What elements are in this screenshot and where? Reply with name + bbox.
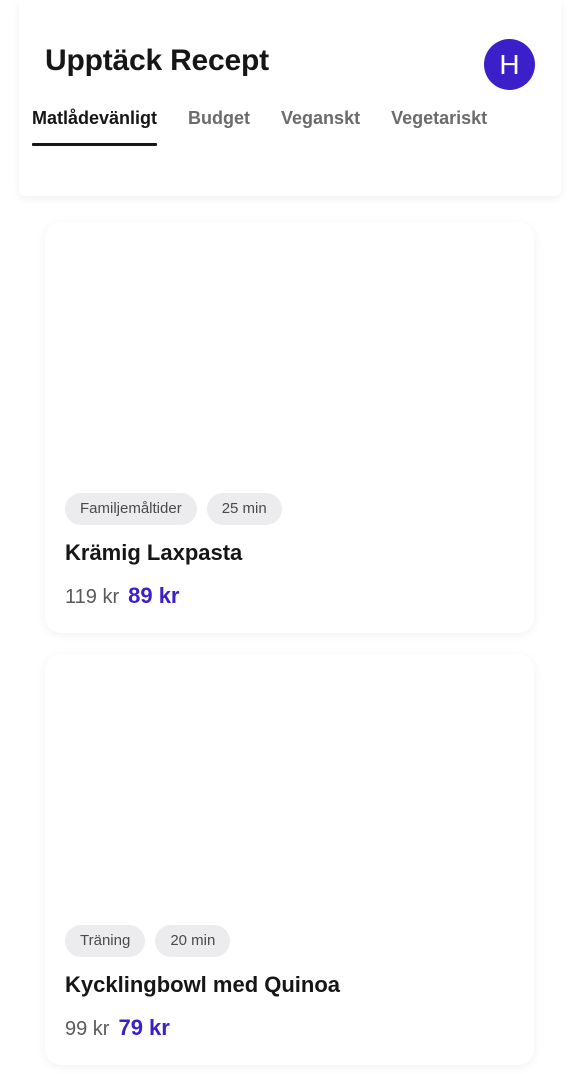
page-title: Upptäck Recept [45,44,269,77]
category-tag: Familjemåltider [65,493,197,525]
tab-budget[interactable]: Budget [188,108,250,146]
user-avatar[interactable]: H [484,39,535,90]
sale-price: 79 kr [118,1015,170,1040]
time-tag: 20 min [155,925,231,957]
tab-vegetariskt[interactable]: Vegetariskt [391,108,487,146]
category-tag: Träning [65,925,146,957]
recipe-name: Kycklingbowl med Quinoa [65,972,341,997]
recipe-prices: 119 kr 89 kr [65,583,180,609]
recipe-card[interactable]: Familjemåltider 25 min Krämig Laxpasta 1… [45,222,534,633]
tab-matladevanligt[interactable]: Matlådevänligt [32,108,158,146]
category-tabs: Matlådevänligt Budget Veganskt Vegetaris… [32,108,518,146]
recipe-tags: Träning 20 min [65,925,240,957]
original-price: 99 kr [65,1018,110,1040]
tab-veganskt[interactable]: Veganskt [281,108,360,146]
original-price: 119 kr [65,586,120,608]
time-tag: 25 min [206,493,282,525]
app-header: Upptäck Recept H Matlådevänligt Budget V… [19,0,561,196]
recipe-image [45,654,534,914]
recipe-name: Krämig Laxpasta [65,540,243,565]
recipe-tags: Familjemåltider 25 min [65,493,292,525]
recipe-card[interactable]: Träning 20 min Kycklingbowl med Quinoa 9… [45,654,534,1065]
sale-price: 89 kr [128,583,180,608]
recipe-image [45,222,534,482]
recipe-prices: 99 kr 79 kr [65,1015,170,1041]
